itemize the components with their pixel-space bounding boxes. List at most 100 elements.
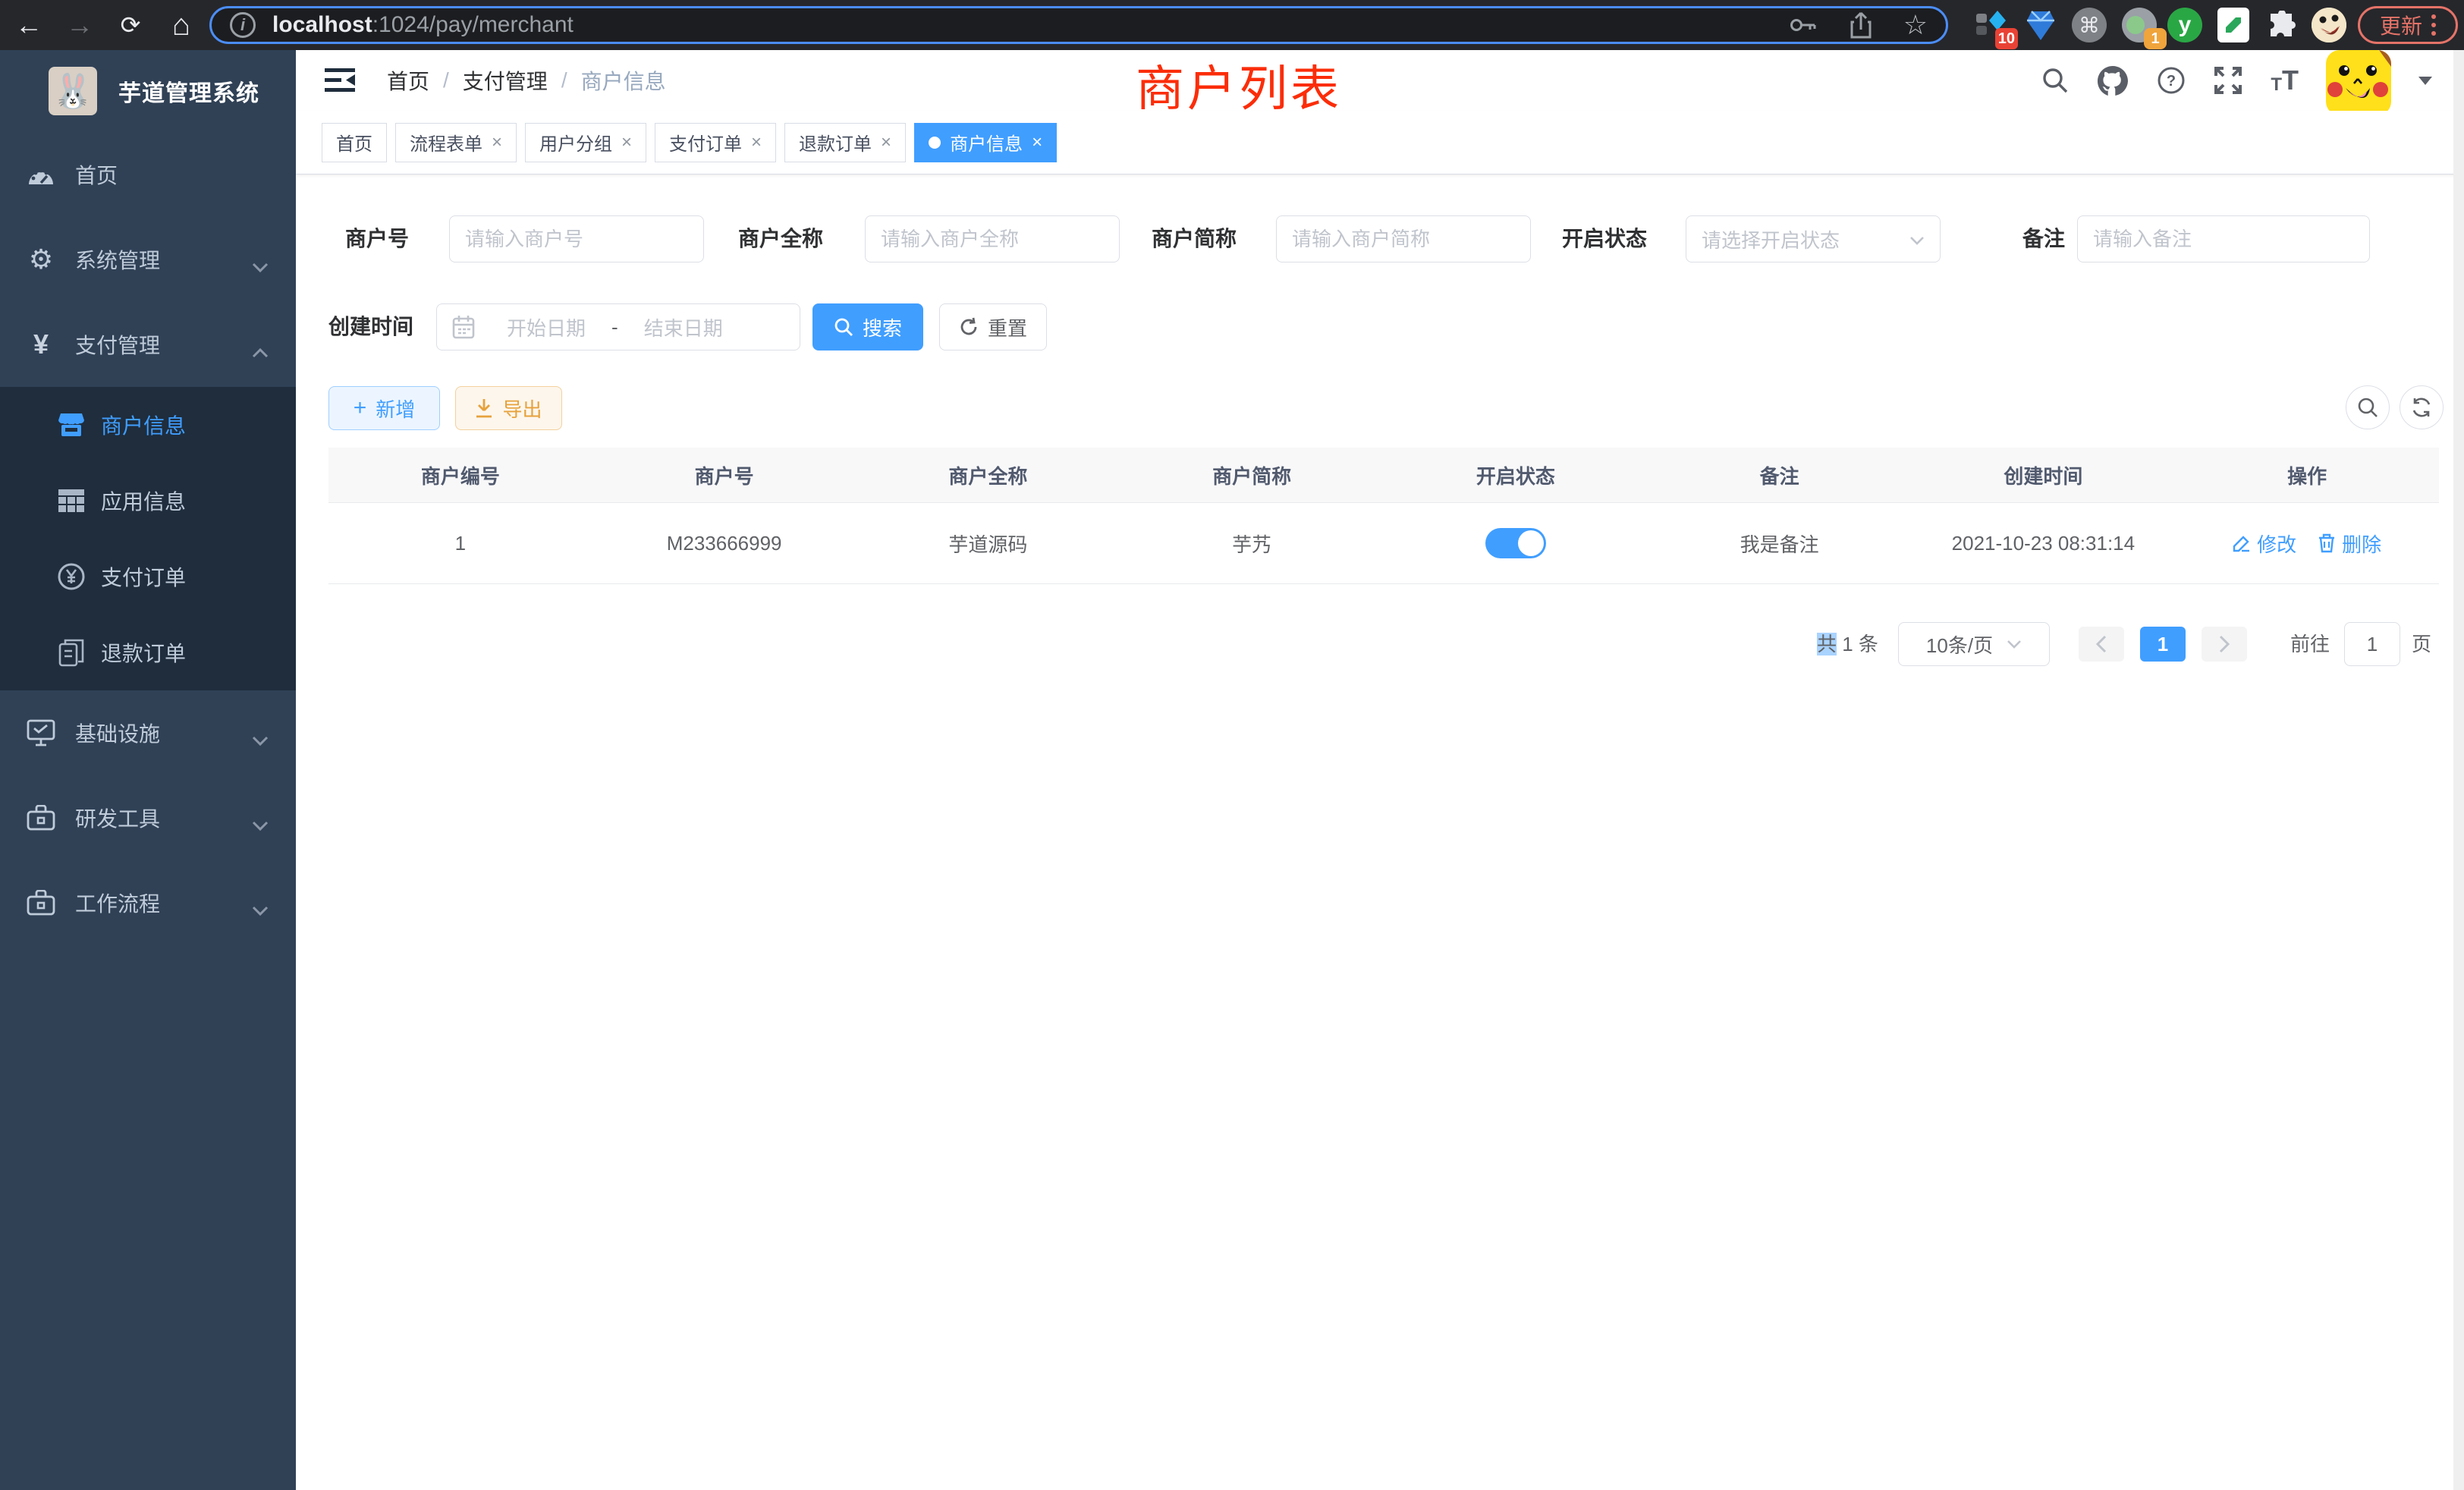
tab-merchant-info[interactable]: 商户信息× (914, 123, 1057, 162)
close-icon[interactable]: × (751, 132, 762, 153)
sidebar-collapse-icon[interactable] (325, 68, 355, 96)
page-size-select[interactable]: 10条/页 (1898, 622, 2050, 666)
sidebar-item-app-info[interactable]: 应用信息 (0, 463, 296, 539)
sidebar-item-home[interactable]: 首页 (0, 132, 296, 217)
close-icon[interactable]: × (621, 132, 632, 153)
browser-back-icon[interactable]: ← (11, 0, 47, 50)
sidebar-item-infrastructure[interactable]: 基础设施 (0, 690, 296, 775)
close-icon[interactable]: × (492, 132, 502, 153)
edit-pencil-icon (2233, 534, 2251, 552)
reset-button[interactable]: 重置 (939, 303, 1047, 350)
edit-link[interactable]: 修改 (2233, 530, 2296, 558)
chevron-down-icon (1909, 228, 1925, 251)
yen-icon: ¥ (25, 328, 57, 360)
tab-refund-order[interactable]: 退款订单× (784, 123, 906, 162)
tags-view: 首页 流程表单× 用户分组× 支付订单× 退款订单× 商户信息× (296, 111, 2464, 174)
next-page-button[interactable] (2202, 627, 2247, 662)
tab-process-form[interactable]: 流程表单× (395, 123, 517, 162)
tab-pay-order[interactable]: 支付订单× (655, 123, 776, 162)
merchant-no-input[interactable] (449, 215, 704, 262)
cell-merchant-id: 1 (328, 503, 592, 583)
remark-input[interactable] (2077, 215, 2370, 262)
goto-page-input[interactable] (2344, 622, 2400, 666)
address-bar[interactable]: i localhost:1024/pay/merchant ☆ (209, 6, 1948, 44)
short-name-input[interactable] (1276, 215, 1531, 262)
password-key-icon[interactable] (1790, 16, 1818, 34)
show-search-toggle-button[interactable] (2346, 385, 2390, 429)
cell-full-name: 芋道源码 (856, 503, 1120, 583)
chevron-left-icon (2095, 635, 2107, 653)
add-button[interactable]: + 新增 (328, 386, 440, 430)
prev-page-button[interactable] (2079, 627, 2124, 662)
search-button[interactable]: 搜索 (812, 303, 923, 350)
cell-remark: 我是备注 (1648, 503, 1912, 583)
export-button[interactable]: 导出 (455, 386, 562, 430)
bookmark-star-icon[interactable]: ☆ (1903, 9, 1928, 41)
help-icon[interactable]: ? (2157, 66, 2186, 95)
download-icon (475, 398, 493, 418)
start-date-placeholder[interactable]: 开始日期 (507, 313, 586, 341)
scrollbar-gutter[interactable] (2453, 50, 2464, 1490)
col-header: 创建时间 (1912, 448, 2176, 502)
sidebar-item-workflow[interactable]: 工作流程 (0, 860, 296, 945)
browser-menu-icon[interactable] (2431, 23, 2436, 27)
extension-doc-icon[interactable] (2215, 7, 2252, 43)
create-time-range-picker[interactable]: 开始日期 - 结束日期 (436, 303, 800, 350)
sidebar-item-system[interactable]: ⚙ 系统管理 (0, 217, 296, 302)
sidebar-item-dev-tools[interactable]: 研发工具 (0, 775, 296, 860)
sidebar-item-label: 研发工具 (75, 803, 160, 833)
header-search-icon[interactable] (2041, 67, 2069, 94)
total-count: 共 1 条 (1817, 622, 1878, 666)
browser-reload-icon[interactable]: ⟳ (112, 0, 149, 50)
extension-y-icon[interactable]: y (2167, 7, 2203, 43)
chevron-down-icon (252, 254, 269, 278)
user-avatar[interactable] (2326, 50, 2391, 115)
full-name-input[interactable] (865, 215, 1120, 262)
close-icon[interactable]: × (1032, 132, 1042, 153)
app-logo-row[interactable]: 🐰 芋道管理系统 (0, 50, 296, 132)
tab-home[interactable]: 首页 (322, 123, 387, 162)
tab-user-group[interactable]: 用户分组× (525, 123, 646, 162)
profile-avatar-icon[interactable] (2311, 7, 2347, 43)
chevron-up-icon (252, 339, 269, 363)
full-name-label: 商户全称 (738, 215, 823, 262)
search-icon (834, 317, 853, 337)
share-icon[interactable] (1850, 11, 1872, 39)
fullscreen-icon[interactable] (2213, 65, 2243, 96)
sidebar-item-merchant-info[interactable]: 商户信息 (0, 387, 296, 463)
chevron-down-icon (252, 813, 269, 837)
page-unit-label: 页 (2412, 622, 2431, 666)
avatar-caret-icon[interactable] (2418, 77, 2432, 85)
font-size-icon[interactable]: TT (2271, 67, 2299, 94)
status-select[interactable]: 请选择开启状态 (1686, 215, 1941, 262)
extension-diamond-icon[interactable]: 10 (1972, 7, 2009, 43)
extensions-puzzle-icon[interactable] (2264, 7, 2300, 43)
refresh-table-button[interactable] (2400, 385, 2444, 429)
breadcrumb-home[interactable]: 首页 (387, 65, 429, 96)
extension-badge-10: 10 (1995, 28, 2018, 49)
status-toggle[interactable] (1485, 528, 1546, 558)
end-date-placeholder[interactable]: 结束日期 (644, 313, 723, 341)
extension-gem-icon[interactable] (2022, 7, 2059, 43)
delete-link[interactable]: 删除 (2318, 530, 2381, 558)
close-icon[interactable]: × (881, 132, 891, 153)
breadcrumb-payment[interactable]: 支付管理 (463, 65, 548, 96)
browser-forward-icon[interactable]: → (61, 0, 98, 50)
sidebar-item-payment[interactable]: ¥ 支付管理 (0, 302, 296, 387)
browser-home-icon[interactable]: ⌂ (163, 0, 200, 50)
sidebar-item-refund-order[interactable]: 退款订单 (0, 615, 296, 690)
active-dot-icon (929, 137, 941, 149)
col-header: 商户号 (592, 448, 856, 502)
extension-camera-icon[interactable]: 1 (2121, 7, 2158, 43)
short-name-label: 商户简称 (1152, 215, 1237, 262)
extension-command-icon[interactable]: ⌘ (2071, 7, 2107, 43)
sidebar-item-label: 支付订单 (101, 561, 186, 592)
col-header: 商户编号 (328, 448, 592, 502)
page-1-button[interactable]: 1 (2140, 627, 2186, 662)
browser-toolbar: ← → ⟳ ⌂ i localhost:1024/pay/merchant ☆ … (0, 0, 2464, 50)
sidebar-item-pay-order[interactable]: 支付订单 (0, 539, 296, 615)
browser-update-button[interactable]: 更新 (2358, 6, 2458, 44)
github-icon[interactable] (2096, 64, 2129, 96)
grid-icon (55, 489, 87, 512)
site-info-icon[interactable]: i (230, 12, 256, 38)
